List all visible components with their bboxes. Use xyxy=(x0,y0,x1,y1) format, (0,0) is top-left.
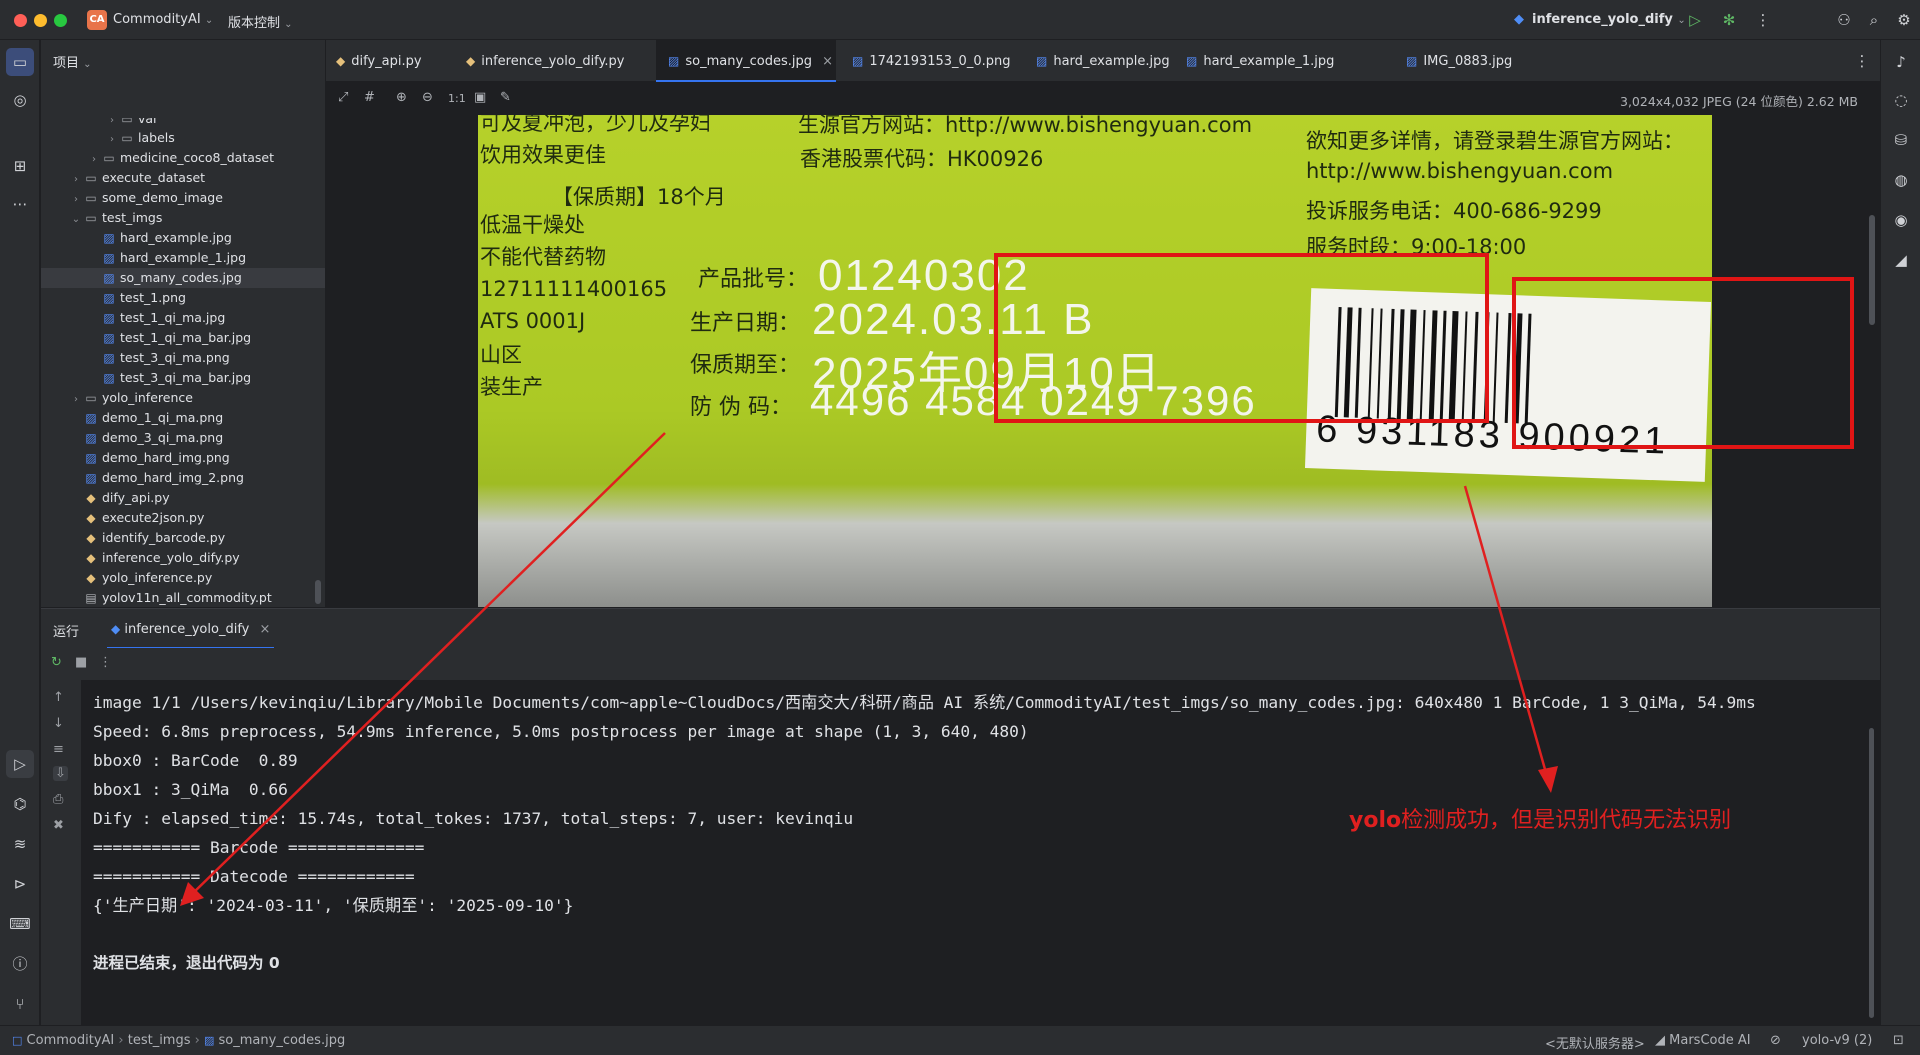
status-bar: □ CommodityAI › test_imgs › ▨ so_many_co… xyxy=(0,1025,1920,1055)
marscode-icon: ◢ xyxy=(1655,1033,1665,1048)
breadcrumb-folder[interactable]: test_imgs xyxy=(128,1033,191,1048)
annotation-arrows xyxy=(180,432,1558,906)
breadcrumb-project[interactable]: CommodityAI xyxy=(27,1033,115,1048)
arrow-to-datecode xyxy=(189,432,666,897)
breadcrumb: □ CommodityAI › test_imgs › ▨ so_many_co… xyxy=(12,1033,346,1048)
interpreter-status[interactable]: yolo-v9 (2) xyxy=(1802,1033,1872,1048)
module-icon: □ xyxy=(12,1034,23,1047)
marscode-status[interactable]: ◢ MarsCode AI xyxy=(1655,1033,1751,1048)
arrowhead-note xyxy=(1538,766,1558,793)
annotation-note: yolo检测成功，但是识别代码无法识别 xyxy=(1349,808,1732,833)
server-status[interactable]: <无默认服务器> xyxy=(1545,1033,1645,1052)
no-sync-icon[interactable]: ⊘ xyxy=(1770,1033,1781,1048)
breadcrumb-file[interactable]: so_many_codes.jpg xyxy=(219,1033,346,1048)
arrow-to-note xyxy=(1463,485,1550,781)
lock-icon[interactable]: ⊡ xyxy=(1893,1033,1904,1048)
image-file-icon: ▨ xyxy=(203,1034,215,1047)
